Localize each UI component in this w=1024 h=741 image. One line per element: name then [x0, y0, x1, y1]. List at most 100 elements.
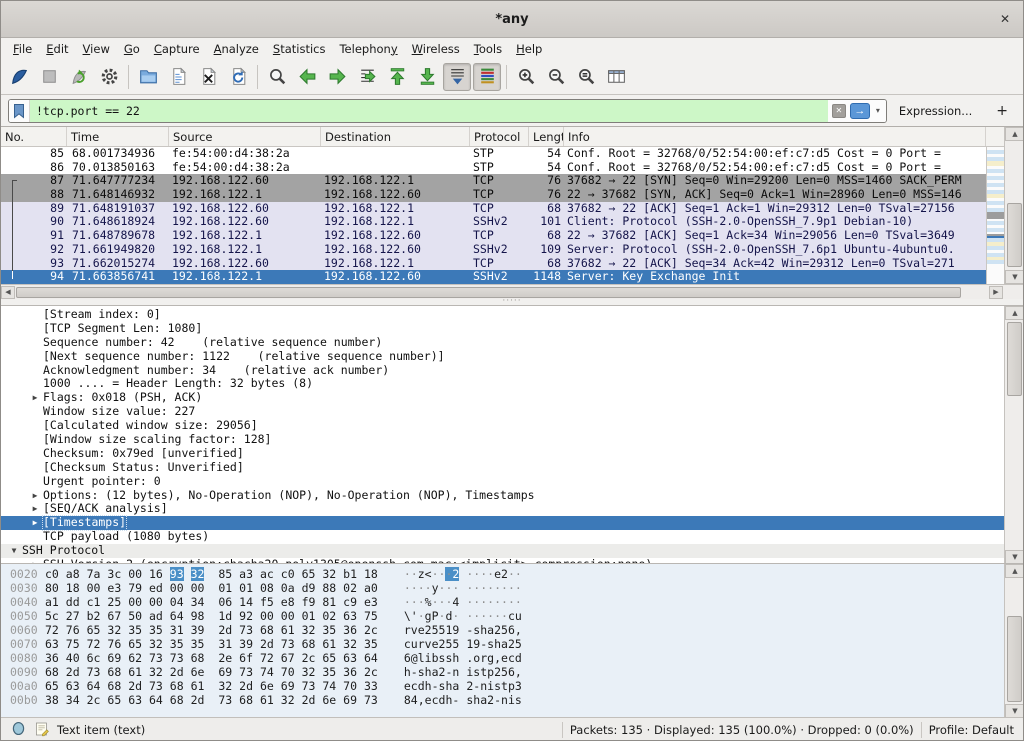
save-capture-button[interactable] [164, 63, 192, 91]
detail-line[interactable]: ▶Options: (12 bytes), No-Operation (NOP)… [1, 489, 1004, 503]
menu-analyze[interactable]: Analyze [207, 40, 266, 58]
expression-button[interactable]: Expression... [899, 104, 972, 118]
hex-ascii[interactable]: h-sha2-nistp256, [404, 665, 522, 679]
scroll-up-icon[interactable]: ▲ [1005, 127, 1024, 141]
hex-row-0070[interactable]: 007063 75 72 76 65 32 35 35 31 39 2d 73 … [1, 637, 1023, 651]
go-forward-button[interactable] [323, 63, 351, 91]
status-profile[interactable]: Profile: Default [929, 723, 1014, 737]
detail-line[interactable]: Checksum: 0x79ed [unverified] [1, 447, 1004, 461]
restart-capture-button[interactable] [65, 63, 93, 91]
packet-list-minimap[interactable] [986, 147, 1004, 284]
expand-arrow-icon[interactable]: ▶ [27, 391, 43, 405]
find-packet-button[interactable] [263, 63, 291, 91]
packet-row-86[interactable]: 8670.013850163fe:54:00:d4:38:2aSTP54Conf… [1, 161, 986, 175]
open-capture-button[interactable] [134, 63, 162, 91]
column-header-no[interactable]: No. [1, 127, 67, 146]
menu-help[interactable]: Help [509, 40, 549, 58]
hex-ascii[interactable]: curve25519-sha25 [404, 637, 522, 651]
packet-row-88[interactable]: 8871.648146932192.168.122.1192.168.122.6… [1, 188, 986, 202]
detail-line[interactable]: [Next sequence number: 1122 (relative se… [1, 350, 1004, 364]
column-header-time[interactable]: Time [67, 127, 169, 146]
hex-row-0040[interactable]: 0040a1 dd c1 25 00 00 04 34 06 14 f5 e8 … [1, 595, 1023, 609]
scroll-up-icon[interactable]: ▲ [1005, 564, 1023, 578]
hex-ascii[interactable]: ecdh-sha2-nistp3 [404, 679, 522, 693]
hex-ascii[interactable]: 84,ecdh-sha2-nis [404, 693, 522, 707]
go-bottom-button[interactable] [413, 63, 441, 91]
expand-arrow-icon[interactable]: ▶ [27, 502, 43, 516]
hex-bytes[interactable]: 68 2d 73 68 61 32 2d 6e 69 73 74 70 32 3… [45, 665, 378, 679]
menu-capture[interactable]: Capture [147, 40, 207, 58]
hex-ascii[interactable]: \'·gP·d·······cu [404, 609, 522, 623]
details-vscroll-thumb[interactable] [1007, 322, 1022, 396]
detail-line[interactable]: TCP payload (1080 bytes) [1, 530, 1004, 544]
menu-tools[interactable]: Tools [467, 40, 509, 58]
detail-line[interactable]: Window size value: 227 [1, 405, 1004, 419]
hex-bytes[interactable]: 5c 27 b2 67 50 ad 64 98 1d 92 00 00 01 0… [45, 609, 378, 623]
menu-edit[interactable]: Edit [39, 40, 75, 58]
packet-row-93[interactable]: 9371.662015274192.168.122.60192.168.122.… [1, 257, 986, 271]
detail-line[interactable]: 1000 .... = Header Length: 32 bytes (8) [1, 377, 1004, 391]
zoom-in-button[interactable] [512, 63, 540, 91]
hex-ascii[interactable]: ···%···4········ [404, 595, 522, 609]
column-header-destination[interactable]: Destination [321, 127, 470, 146]
column-header-length[interactable]: Length [529, 127, 564, 146]
scroll-up-icon[interactable]: ▲ [1005, 306, 1023, 320]
packet-list-vscrollbar[interactable]: ▲ ▼ [1004, 127, 1024, 284]
hex-bytes[interactable]: a1 dd c1 25 00 00 04 34 06 14 f5 e8 f9 8… [45, 595, 378, 609]
scroll-right-icon[interactable]: ▶ [989, 286, 1003, 299]
detail-line[interactable]: ▶Flags: 0x018 (PSH, ACK) [1, 391, 1004, 405]
packet-list-vscroll-thumb[interactable] [1007, 203, 1022, 267]
scroll-left-icon[interactable]: ◀ [1, 286, 15, 299]
expert-info-icon[interactable] [10, 720, 27, 740]
packet-row-90[interactable]: 9071.648618924192.168.122.60192.168.122.… [1, 215, 986, 229]
expand-arrow-icon[interactable]: ▶ [27, 516, 43, 530]
menu-telephony[interactable]: Telephony [332, 40, 404, 58]
column-header-protocol[interactable]: Protocol [470, 127, 529, 146]
filter-bookmark-icon[interactable] [9, 100, 30, 122]
packet-row-87[interactable]: 8771.647777234192.168.122.60192.168.122.… [1, 174, 986, 188]
auto-scroll-button[interactable] [443, 63, 471, 91]
expand-arrow-icon[interactable]: ▼ [6, 544, 22, 558]
packet-row-92[interactable]: 9271.661949820192.168.122.1192.168.122.6… [1, 243, 986, 257]
hex-bytes[interactable]: 63 75 72 76 65 32 35 35 31 39 2d 73 68 6… [45, 637, 378, 651]
add-filter-button[interactable]: + [996, 103, 1008, 119]
hex-row-0090[interactable]: 009068 2d 73 68 61 32 2d 6e 69 73 74 70 … [1, 665, 1023, 679]
column-header-source[interactable]: Source [169, 127, 321, 146]
detail-line[interactable]: [Stream index: 0] [1, 308, 1004, 322]
packet-row-91[interactable]: 9171.648789678192.168.122.1192.168.122.6… [1, 229, 986, 243]
expand-arrow-icon[interactable]: ▶ [27, 489, 43, 503]
hex-bytes[interactable]: 38 34 2c 65 63 64 68 2d 73 68 61 32 2d 6… [45, 693, 378, 707]
hex-bytes[interactable]: 65 63 64 68 2d 73 68 61 32 2d 6e 69 73 7… [45, 679, 378, 693]
menu-statistics[interactable]: Statistics [266, 40, 333, 58]
detail-line[interactable]: Sequence number: 42 (relative sequence n… [1, 336, 1004, 350]
packet-row-94[interactable]: 9471.663856741192.168.122.1192.168.122.6… [1, 270, 986, 284]
menu-wireless[interactable]: Wireless [405, 40, 467, 58]
go-back-button[interactable] [293, 63, 321, 91]
display-filter-field[interactable]: !tcp.port == 22 ✕ → ▾ [8, 99, 887, 123]
colorize-button[interactable] [473, 63, 501, 91]
packet-row-89[interactable]: 8971.648191037192.168.122.60192.168.122.… [1, 202, 986, 216]
filter-input[interactable]: !tcp.port == 22 [30, 100, 828, 122]
start-capture-button[interactable] [5, 63, 33, 91]
reload-capture-button[interactable] [224, 63, 252, 91]
detail-line[interactable]: [Calculated window size: 29056] [1, 419, 1004, 433]
filter-dropdown-caret-icon[interactable]: ▾ [874, 106, 882, 115]
hex-vscroll-thumb[interactable] [1007, 616, 1022, 702]
scroll-down-icon[interactable]: ▼ [1005, 550, 1023, 563]
menu-go[interactable]: Go [117, 40, 147, 58]
menu-view[interactable]: View [76, 40, 117, 58]
window-close-icon[interactable]: ✕ [1000, 1, 1010, 38]
detail-line[interactable]: Urgent pointer: 0 [1, 475, 1004, 489]
hex-row-00a0[interactable]: 00a065 63 64 68 2d 73 68 61 32 2d 6e 69 … [1, 679, 1023, 693]
detail-line[interactable]: [Checksum Status: Unverified] [1, 461, 1004, 475]
hex-bytes[interactable]: 80 18 00 e3 79 ed 00 00 01 01 08 0a d9 8… [45, 581, 378, 595]
hex-ascii[interactable]: ····y··········· [404, 581, 522, 595]
capture-comment-icon[interactable] [34, 721, 50, 740]
hex-ascii[interactable]: rve25519-sha256, [404, 623, 522, 637]
detail-line[interactable]: ▶[SEQ/ACK analysis] [1, 502, 1004, 516]
hex-row-0080[interactable]: 008036 40 6c 69 62 73 73 68 2e 6f 72 67 … [1, 651, 1023, 665]
column-header-info[interactable]: Info [564, 127, 986, 146]
filter-clear-button[interactable]: ✕ [832, 104, 846, 118]
detail-line[interactable]: ▶[Timestamps] [1, 516, 1004, 530]
go-top-button[interactable] [383, 63, 411, 91]
